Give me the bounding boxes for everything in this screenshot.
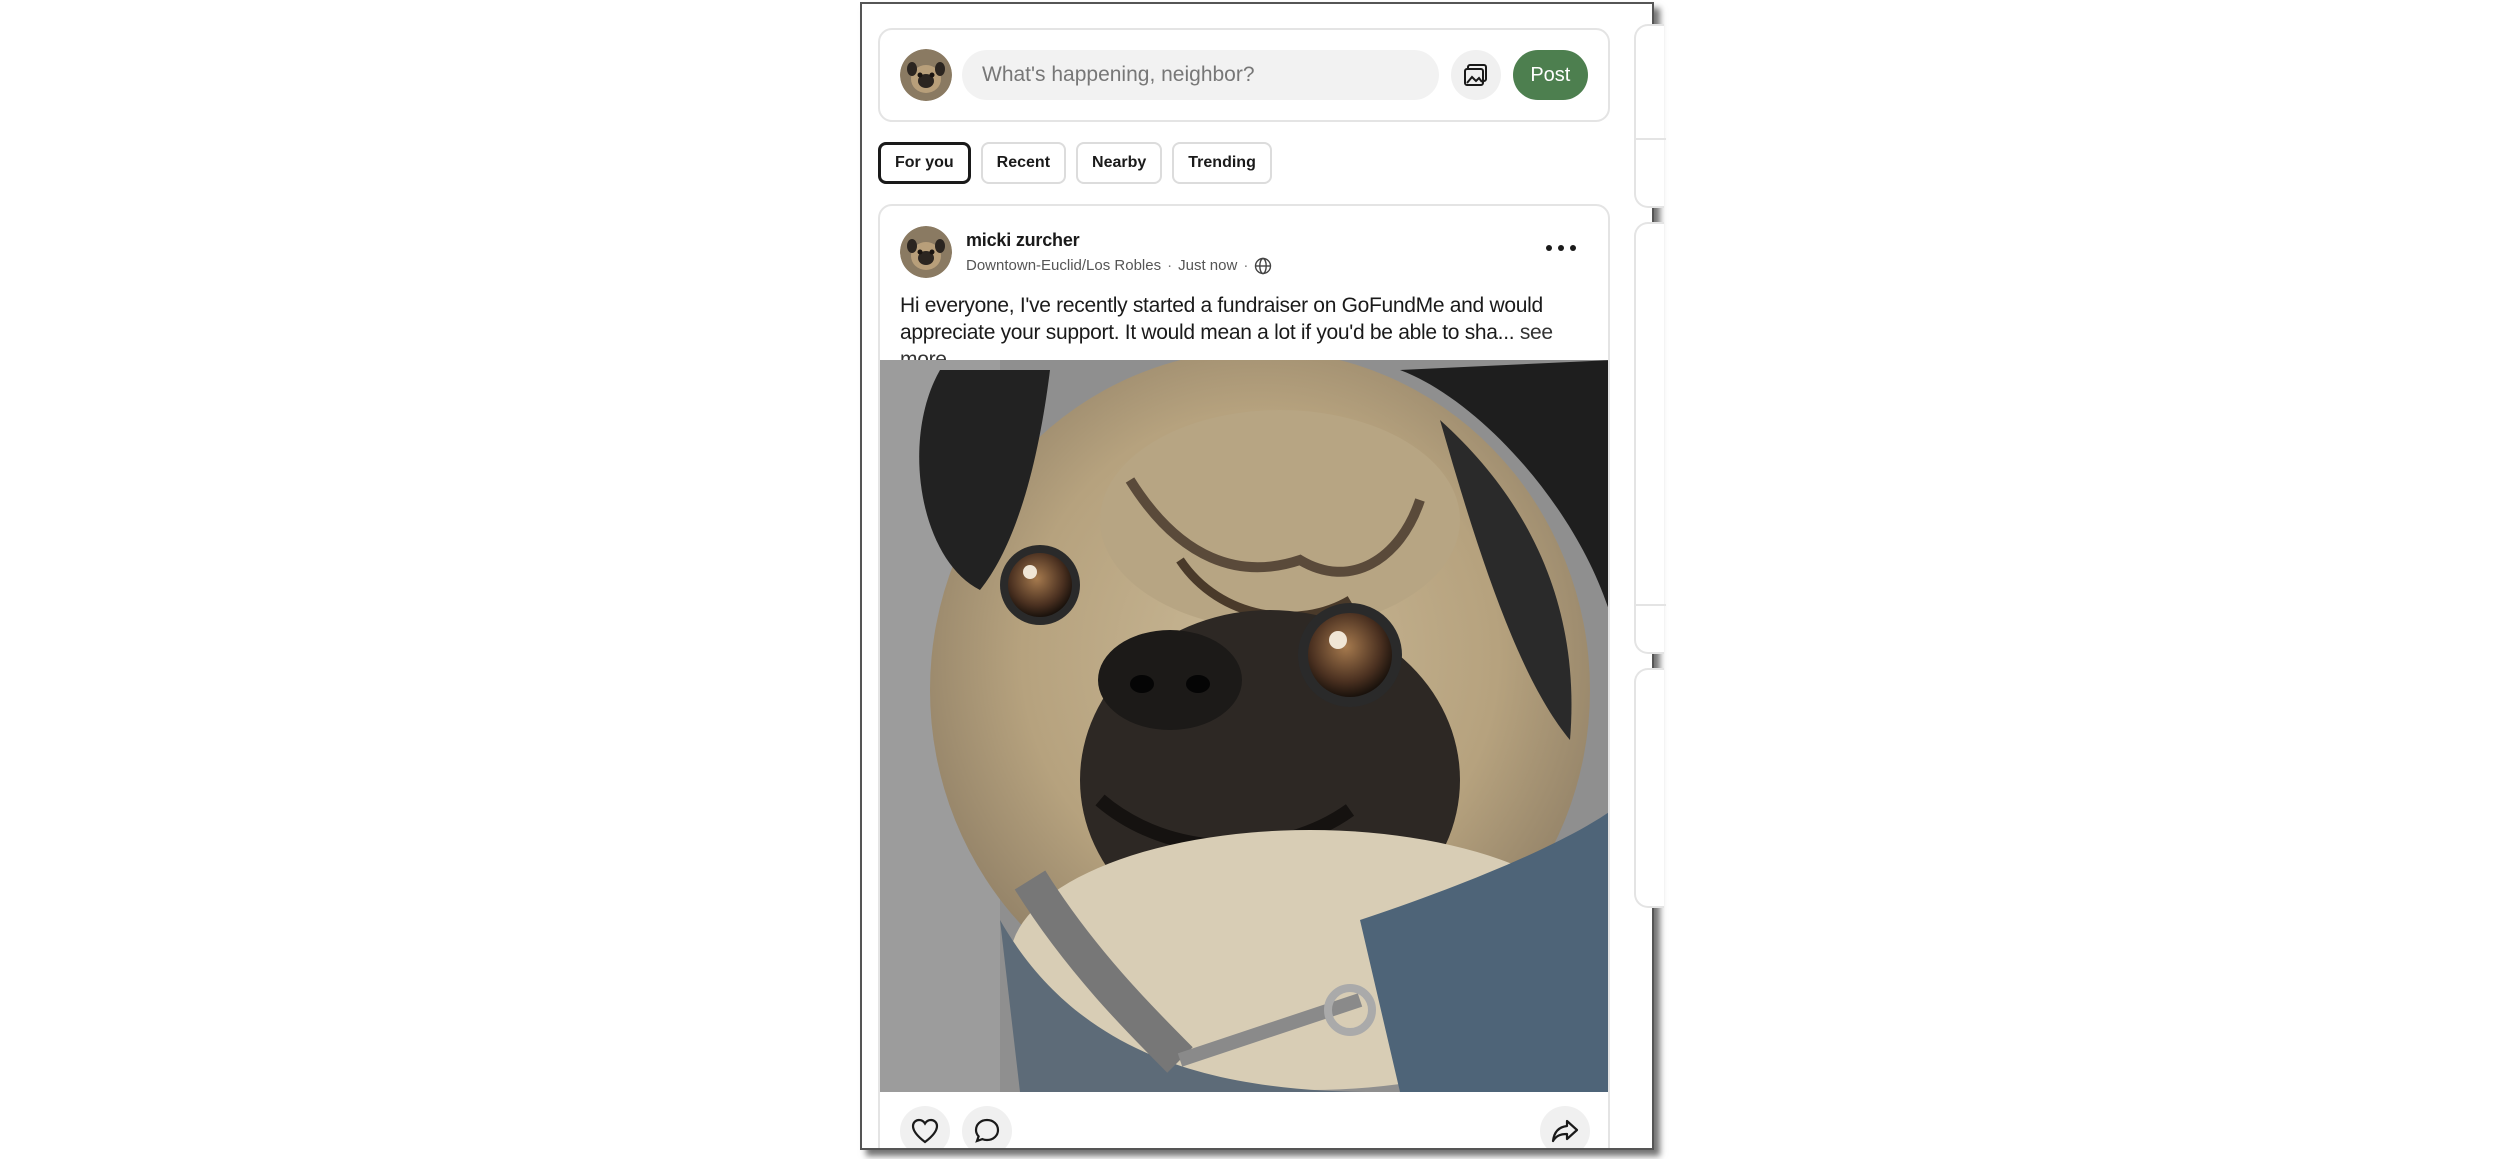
share-icon: [1551, 1119, 1579, 1143]
divider: [1636, 604, 1666, 606]
tab-recent[interactable]: Recent: [980, 142, 1067, 184]
post-header: micki zurcher Downtown-Euclid/Los Robles…: [900, 226, 1272, 278]
tab-nearby[interactable]: Nearby: [1076, 142, 1163, 184]
author-name[interactable]: micki zurcher: [966, 230, 1272, 251]
comment-button[interactable]: [962, 1106, 1012, 1148]
author-avatar[interactable]: [900, 226, 952, 278]
comment-icon: [974, 1118, 1000, 1143]
photo-icon: [1463, 64, 1487, 86]
post-actions: [900, 1106, 1590, 1148]
side-card: [1634, 222, 1666, 654]
post-composer-input[interactable]: [962, 50, 1440, 100]
dot-icon: [1546, 245, 1552, 251]
composer: Post: [878, 28, 1610, 122]
tab-trending[interactable]: Trending: [1172, 142, 1272, 184]
post-time: Just now: [1178, 257, 1238, 274]
dot-icon: [1570, 245, 1576, 251]
divider: [1636, 138, 1666, 140]
app-window: Post For you Recent Nearby Trending mick…: [860, 2, 1654, 1150]
separator-dot: ·: [1167, 257, 1173, 274]
post-text: Hi everyone, I've recently started a fun…: [900, 294, 1543, 344]
post-card: micki zurcher Downtown-Euclid/Los Robles…: [878, 204, 1610, 1148]
like-button[interactable]: [900, 1106, 950, 1148]
post-subline: Downtown-Euclid/Los Robles · Just now ·: [966, 257, 1272, 275]
heart-icon: [911, 1118, 939, 1144]
author-meta: micki zurcher Downtown-Euclid/Los Robles…: [966, 230, 1272, 275]
side-card: [1634, 668, 1664, 908]
post-image[interactable]: [880, 360, 1608, 1092]
share-button[interactable]: [1540, 1106, 1590, 1148]
tab-for-you[interactable]: For you: [878, 142, 971, 184]
post-button[interactable]: Post: [1512, 50, 1588, 100]
author-location[interactable]: Downtown-Euclid/Los Robles: [966, 257, 1161, 274]
more-options-button[interactable]: [1546, 238, 1576, 258]
dot-icon: [1558, 245, 1564, 251]
avatar[interactable]: [900, 49, 952, 101]
side-card: [1634, 24, 1666, 208]
add-photo-button[interactable]: [1451, 50, 1501, 100]
separator-dot: ·: [1243, 257, 1249, 274]
globe-icon: [1255, 257, 1272, 274]
feed-tabs: For you Recent Nearby Trending: [878, 142, 1272, 184]
